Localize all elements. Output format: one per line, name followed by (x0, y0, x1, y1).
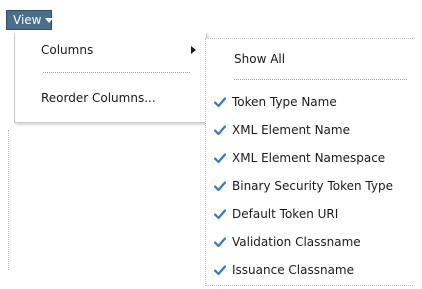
menu-item-columns-label: Columns (41, 43, 94, 57)
menu-separator (43, 72, 190, 73)
column-toggle-item[interactable]: Default Token URI (206, 200, 413, 228)
view-dropdown-menu: Columns Reorder Columns... (14, 33, 207, 123)
column-toggle-item[interactable]: Binary Security Token Type (206, 172, 413, 200)
view-menu-button[interactable]: View (6, 10, 54, 30)
checkmark-icon (214, 152, 226, 164)
column-toggle-label: Validation Classname (232, 235, 361, 249)
menu-item-reorder-columns[interactable]: Reorder Columns... (41, 91, 156, 105)
column-toggle-item[interactable]: Token Type Name (206, 88, 413, 116)
column-toggle-item[interactable]: Validation Classname (206, 228, 413, 256)
checkmark-icon (214, 208, 226, 220)
columns-submenu: Show All Token Type Name XML Element Nam… (205, 38, 413, 286)
menu-item-show-all[interactable]: Show All (234, 52, 285, 66)
column-toggle-label: Token Type Name (232, 95, 337, 109)
chevron-down-icon (45, 17, 54, 23)
checkmark-icon (214, 96, 226, 108)
submenu-top-border (206, 38, 413, 39)
column-toggle-label: Default Token URI (232, 207, 339, 221)
checkmark-icon (214, 236, 226, 248)
menu-item-reorder-columns-label: Reorder Columns... (41, 91, 156, 105)
column-toggle-label: Binary Security Token Type (232, 179, 393, 193)
column-toggle-item[interactable]: XML Element Name (206, 116, 413, 144)
menu-separator (234, 79, 407, 80)
view-button-label: View (13, 13, 42, 27)
view-menu-screen: View Columns Reorder Columns... Show All… (0, 0, 422, 289)
checkmark-icon (214, 264, 226, 276)
column-toggle-label: XML Element Namespace (232, 151, 386, 165)
column-toggle-item[interactable]: Issuance Classname (206, 256, 413, 284)
menu-item-show-all-label: Show All (234, 52, 286, 66)
checkmark-icon (214, 124, 226, 136)
checkmark-icon (214, 180, 226, 192)
submenu-arrow-icon (191, 46, 196, 54)
column-toggle-item[interactable]: XML Element Namespace (206, 144, 413, 172)
column-toggle-label: XML Element Name (232, 123, 350, 137)
menu-item-columns[interactable]: Columns (41, 43, 93, 57)
column-toggle-label: Issuance Classname (232, 263, 355, 277)
dotted-guide-line (8, 130, 10, 270)
